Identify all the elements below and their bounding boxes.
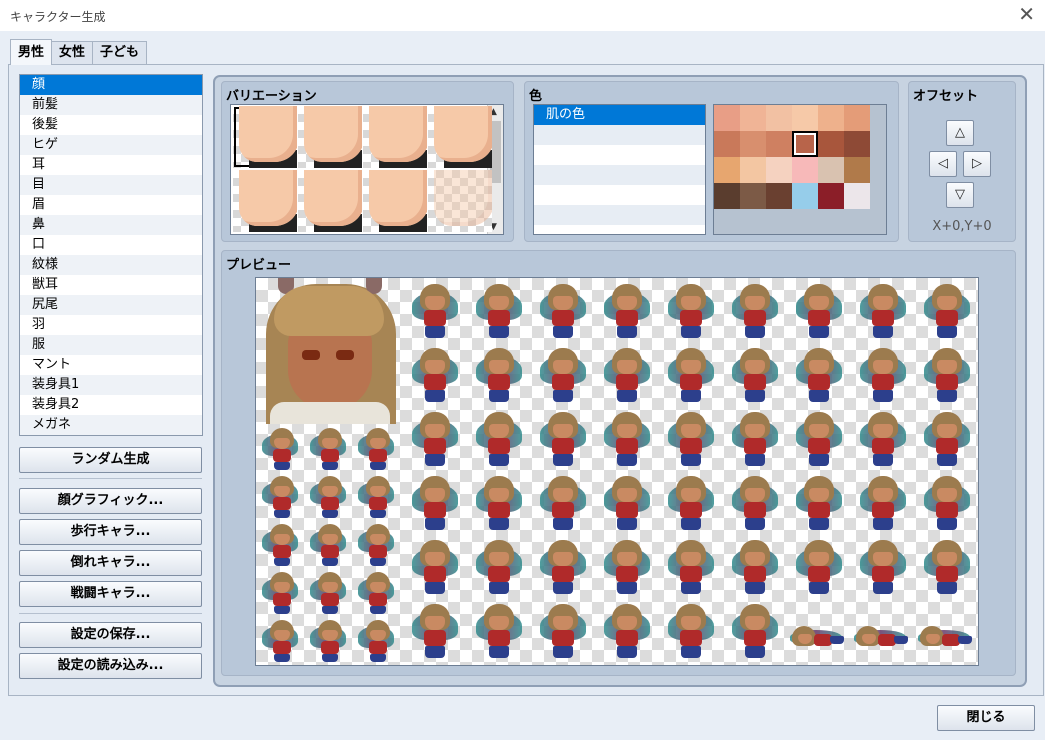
preview-label: プレビュー [226, 258, 292, 273]
part-list-item[interactable]: 眉 [20, 195, 202, 215]
preview-canvas [255, 277, 979, 666]
color-label: 色 [529, 89, 543, 104]
color-swatch[interactable] [792, 157, 818, 183]
tab-0[interactable]: 男性 [10, 39, 53, 65]
part-list-item[interactable]: 装身具1 [20, 375, 202, 395]
variation-thumbnail[interactable] [298, 170, 362, 232]
color-swatch[interactable] [714, 131, 740, 157]
random-generate-button[interactable]: ランダム生成 [19, 447, 202, 473]
window-title: キャラクター生成 [10, 10, 106, 24]
color-swatch[interactable] [740, 183, 766, 209]
separator [19, 478, 202, 479]
tab-panel: 顔前髪 後髪 ヒゲ耳目眉鼻口紋様 獣耳 尻尾羽服マント 装身具1 装身具2 メガネ ランダム生… [8, 64, 1044, 696]
part-list-item[interactable]: 鼻 [20, 215, 202, 235]
part-list-item[interactable]: メガネ [20, 415, 202, 435]
color-swatch[interactable] [766, 157, 792, 183]
part-list-item[interactable]: 羽 [20, 315, 202, 335]
close-button[interactable]: 閉じる [937, 705, 1035, 731]
color-swatch[interactable] [792, 131, 818, 157]
battle-character-button[interactable]: 戦闘キャラ... [19, 581, 202, 607]
part-list-item[interactable]: 後髪 [20, 115, 202, 135]
preview-group: プレビュー [221, 250, 1016, 676]
part-list-item[interactable]: マント [20, 355, 202, 375]
color-target-list[interactable]: 肌の色 [533, 104, 706, 235]
title-bar: キャラクター生成 ✕ [0, 0, 1045, 31]
part-list-item[interactable]: 服 [20, 335, 202, 355]
color-swatch[interactable] [792, 105, 818, 131]
color-swatch[interactable] [844, 131, 870, 157]
tab-1[interactable]: 女性 [51, 41, 94, 65]
part-list-item[interactable]: 装身具2 [20, 395, 202, 415]
variation-thumbnail[interactable] [363, 170, 427, 232]
color-swatch[interactable] [792, 183, 818, 209]
save-settings-button[interactable]: 設定の保存... [19, 622, 202, 648]
offset-up-button[interactable]: △ [946, 120, 974, 146]
color-swatch[interactable] [818, 131, 844, 157]
offset-right-button[interactable]: ▷ [963, 151, 991, 177]
color-swatch[interactable] [740, 157, 766, 183]
offset-down-button[interactable]: ▽ [946, 182, 974, 208]
dialog-client: 男性 女性 子ども 顔前髪 後髪 ヒゲ耳目眉鼻口紋様 獣耳 尻尾羽服マント 装身具1 装身具2 メ… [0, 31, 1045, 740]
part-list-item[interactable]: 尻尾 [20, 295, 202, 315]
color-swatch[interactable] [766, 105, 792, 131]
part-list-item[interactable]: 紋様 [20, 255, 202, 275]
part-list-item[interactable]: 口 [20, 235, 202, 255]
part-list[interactable]: 顔前髪 後髪 ヒゲ耳目眉鼻口紋様 獣耳 尻尾羽服マント 装身具1 装身具2 メガネ [19, 74, 203, 436]
gender-tabs: 男性 女性 子ども [10, 39, 148, 65]
variation-thumbnail[interactable] [428, 106, 492, 168]
close-icon[interactable]: ✕ [1018, 3, 1035, 25]
color-target-item [534, 165, 705, 185]
color-swatch[interactable] [714, 105, 740, 131]
color-target-item [534, 205, 705, 225]
offset-group: オフセット △ ◁ ▷ ▽ X+0,Y+0 [908, 81, 1016, 242]
variation-label: バリエーション [226, 89, 317, 104]
down-character-button[interactable]: 倒れキャラ... [19, 550, 202, 576]
load-settings-button[interactable]: 設定の読み込み... [19, 653, 202, 679]
color-swatch[interactable] [844, 105, 870, 131]
variation-thumbnail[interactable] [428, 170, 492, 232]
part-list-item[interactable]: 獣耳 [20, 275, 202, 295]
color-target-item [534, 125, 705, 145]
color-swatch[interactable] [818, 105, 844, 131]
tab-2[interactable]: 子ども [92, 41, 148, 65]
offset-value: X+0,Y+0 [932, 219, 992, 234]
color-swatch[interactable] [818, 183, 844, 209]
color-swatch[interactable] [740, 105, 766, 131]
part-list-item[interactable]: 耳 [20, 155, 202, 175]
color-swatch[interactable] [766, 183, 792, 209]
color-swatch[interactable] [714, 183, 740, 209]
variation-thumbnail[interactable] [233, 170, 297, 232]
variation-group: バリエーション ▲ ▼ [221, 81, 514, 242]
variation-thumbnail[interactable] [363, 106, 427, 168]
variation-thumbnail[interactable] [233, 106, 297, 168]
color-swatch[interactable] [714, 157, 740, 183]
color-swatch[interactable] [766, 131, 792, 157]
face-graphic-button[interactable]: 顔グラフィック... [19, 488, 202, 514]
walk-character-button[interactable]: 歩行キャラ... [19, 519, 202, 545]
color-target-item [534, 185, 705, 205]
color-target-item[interactable]: 肌の色 [534, 105, 705, 125]
part-list-item[interactable]: ヒゲ [20, 135, 202, 155]
editor-frame: バリエーション ▲ ▼ 色 肌の色 オフセット △ ◁ ▷ ▽ X+0,Y+0 … [213, 75, 1027, 687]
color-swatch[interactable] [740, 131, 766, 157]
color-target-item [534, 145, 705, 165]
separator [19, 613, 202, 614]
color-group: 色 肌の色 [524, 81, 899, 242]
variation-thumbnail[interactable] [298, 106, 362, 168]
part-list-item[interactable]: 顔 [20, 75, 202, 95]
variation-grid: ▲ ▼ [230, 104, 504, 235]
color-swatch[interactable] [818, 157, 844, 183]
color-palette [713, 104, 887, 235]
offset-label: オフセット [913, 89, 979, 104]
part-list-item[interactable]: 目 [20, 175, 202, 195]
color-swatch[interactable] [844, 157, 870, 183]
color-swatch[interactable] [844, 183, 870, 209]
offset-left-button[interactable]: ◁ [929, 151, 957, 177]
part-list-item[interactable]: 前髪 [20, 95, 202, 115]
face-graphic-preview [256, 278, 402, 424]
